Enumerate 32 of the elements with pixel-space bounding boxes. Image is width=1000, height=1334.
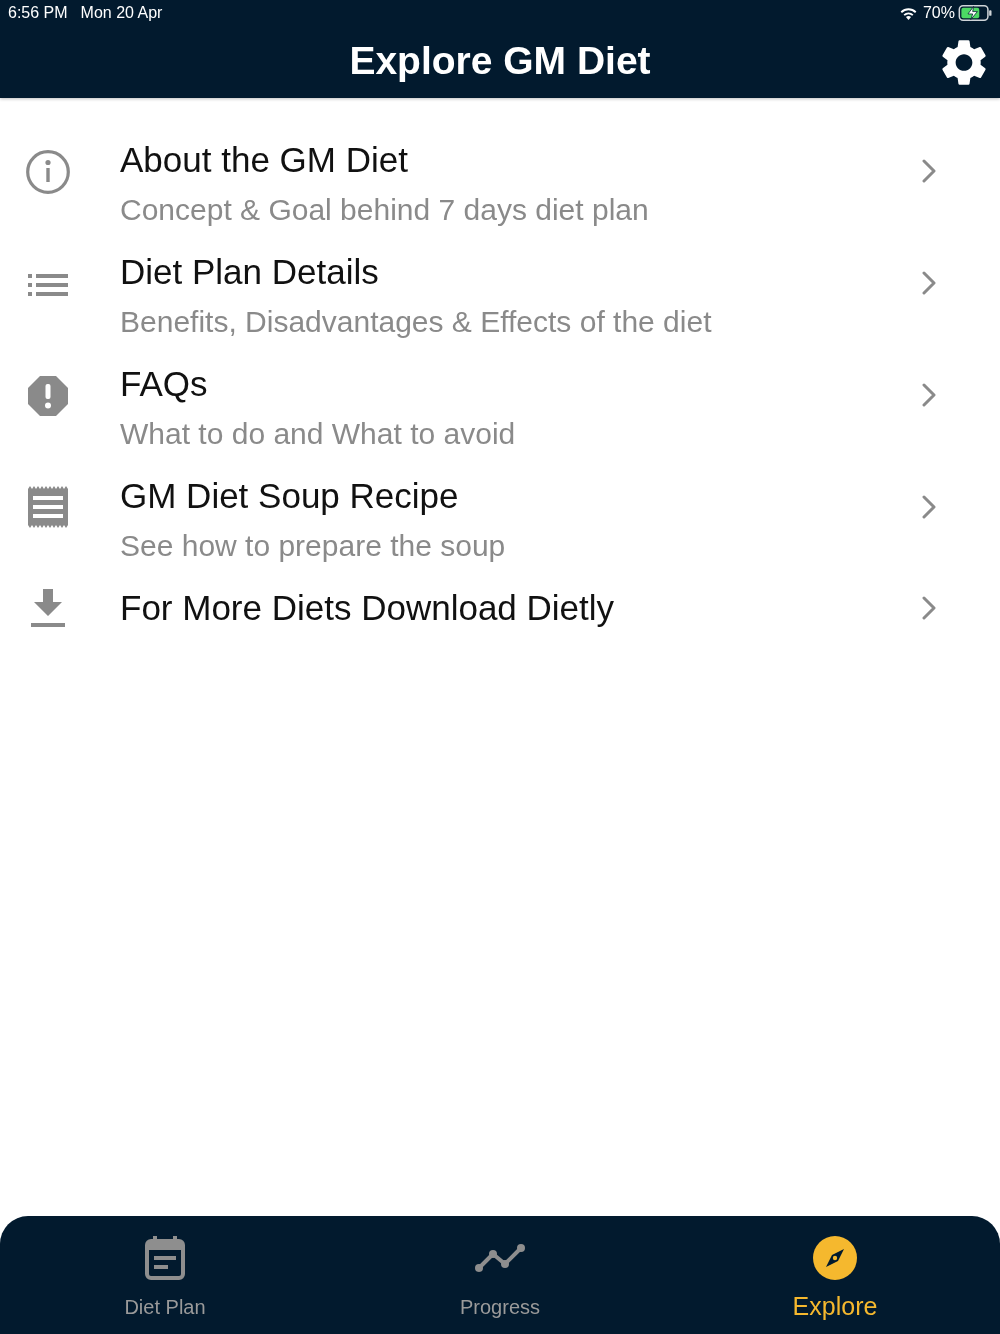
chevron-right-icon [922,495,936,519]
wifi-icon [899,6,917,20]
compass-icon [813,1236,857,1280]
status-date: Mon 20 Apr [80,4,163,22]
menu-item-title[interactable]: FAQs [120,359,920,409]
calendar-icon [145,1236,185,1280]
status-time: 6:56 PM [8,4,68,22]
chevron-right-icon [922,159,936,183]
menu-item-title[interactable]: For More Diets Download Dietly [120,583,920,633]
menu-item-title[interactable]: Diet Plan Details [120,247,920,297]
menu-item-subtitle: What to do and What to avoid [120,416,517,452]
chevron-right-icon [922,383,936,407]
tab[interactable]: Progress [375,1216,625,1334]
menu-item-title[interactable]: About the GM Diet [120,135,920,185]
chevron-right-icon [922,596,936,620]
download-icon [31,589,65,627]
menu-item-subtitle: Benefits, Disadvantages & Effects of the diet [120,304,713,340]
tab[interactable]: Diet Plan [40,1216,290,1334]
menu-item-subtitle: Concept & Goal behind 7 days diet plan [120,192,650,228]
battery-charging-icon [958,5,993,21]
receipt-icon [28,486,68,528]
list-icon [28,274,68,296]
alert-icon [28,376,68,416]
chevron-right-icon [922,271,936,295]
info-icon [26,150,70,194]
line-chart-icon [475,1244,525,1272]
battery-percent: 70% [922,4,955,22]
screen-title: Explore GM Diet [349,38,651,84]
tab[interactable]: Explore [710,1216,960,1334]
menu-item-title[interactable]: GM Diet Soup Recipe [120,471,920,521]
settings-icon[interactable] [942,40,986,85]
menu-item-subtitle: See how to prepare the soup [120,528,507,564]
